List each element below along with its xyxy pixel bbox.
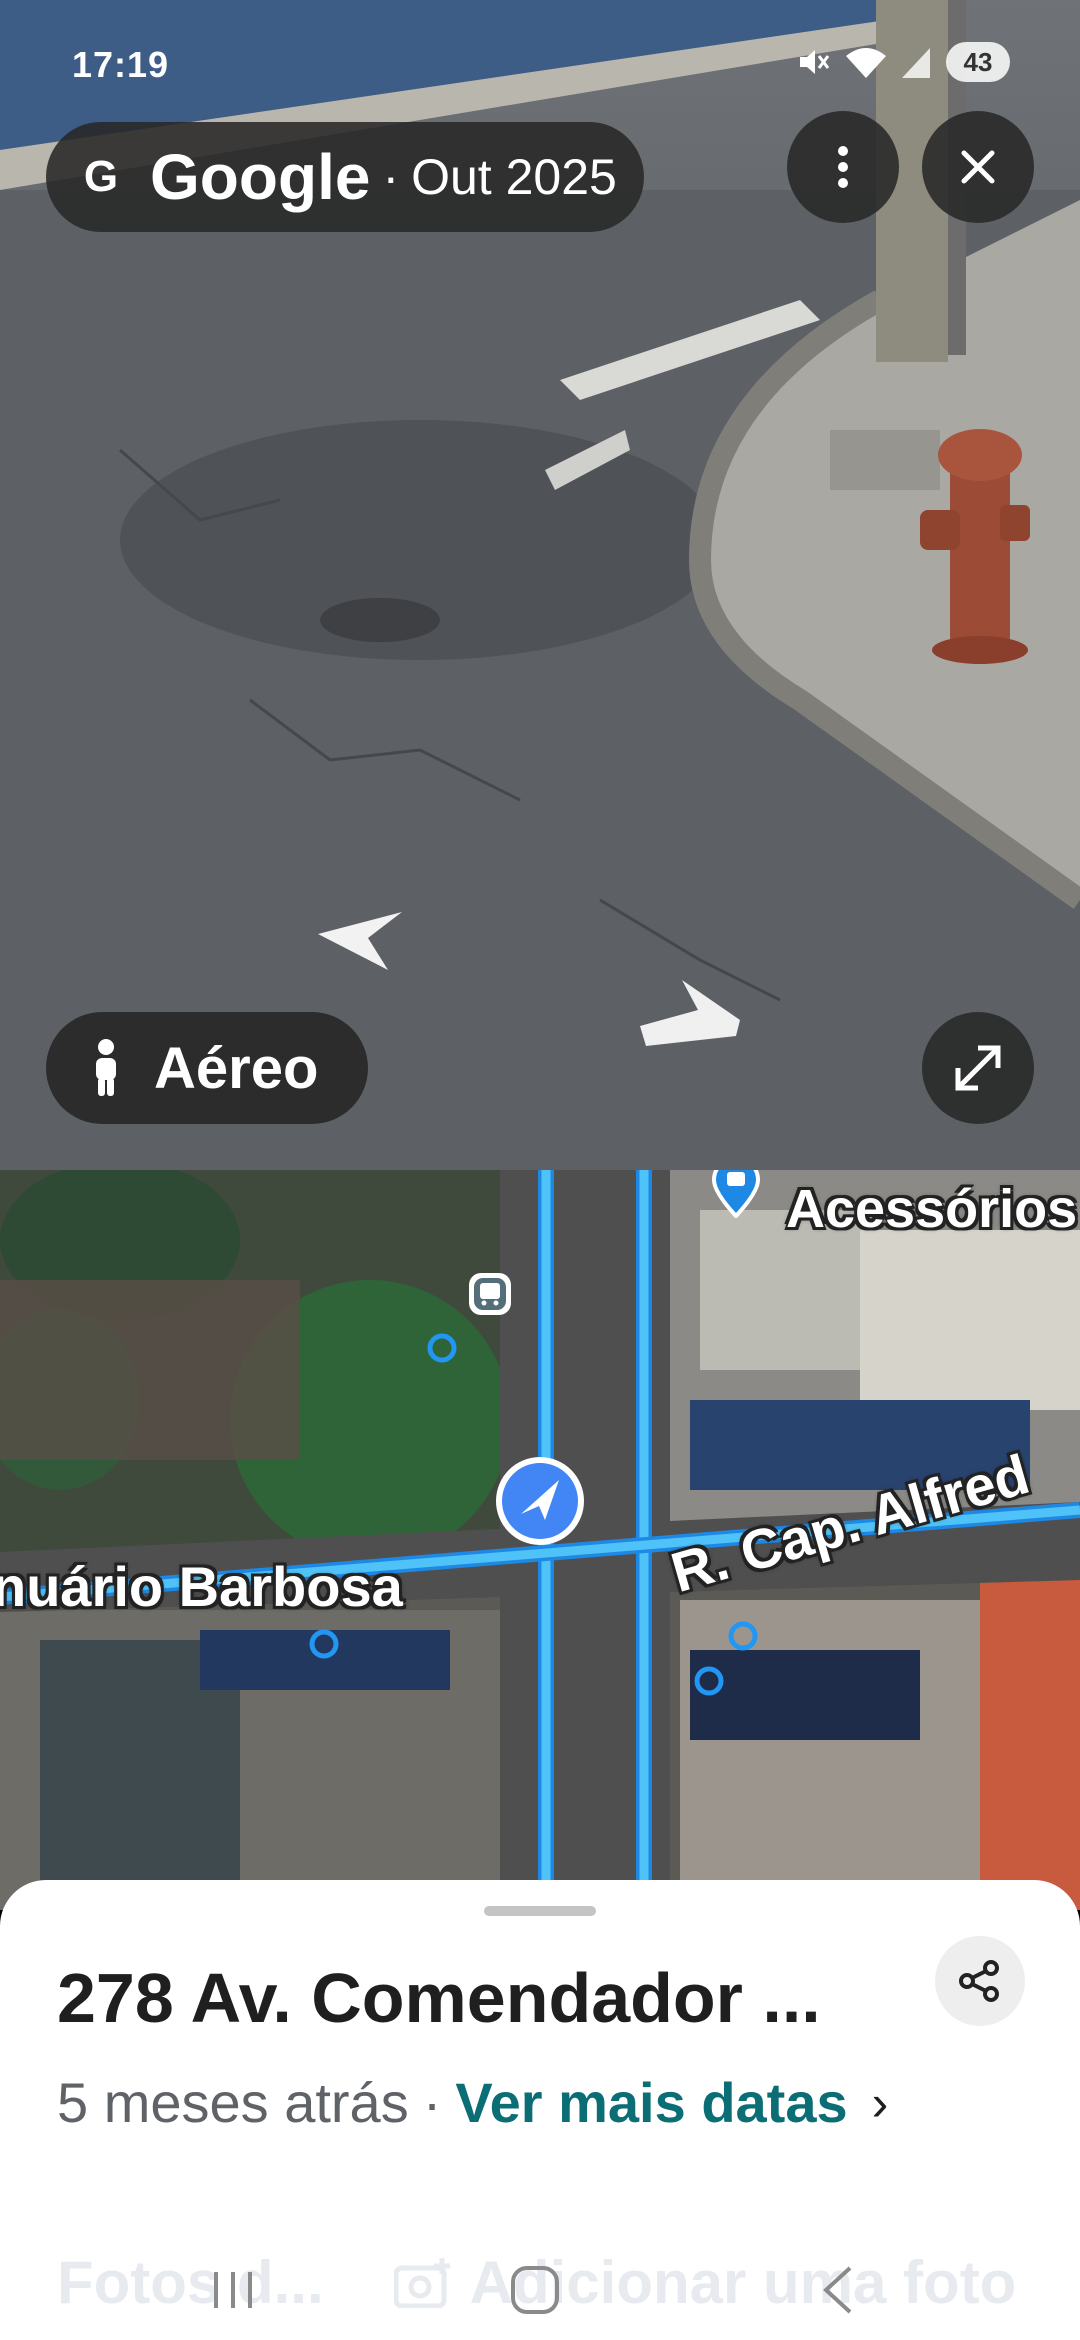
system-navigation-bar	[0, 2230, 1080, 2340]
home-button[interactable]	[505, 2260, 565, 2320]
map-view[interactable]: Acessórios nuário Barbosa R. Cap. Alfred	[0, 1170, 1080, 1910]
arrow-left-icon[interactable]	[318, 912, 408, 972]
close-button[interactable]	[922, 111, 1034, 223]
map-business-label[interactable]: Acessórios	[786, 1178, 1077, 1240]
source-separator: ·	[382, 149, 400, 205]
recents-icon	[214, 2272, 252, 2308]
mute-icon	[800, 50, 830, 74]
home-icon	[511, 2266, 559, 2314]
bus-stop-icon[interactable]	[468, 1272, 512, 1316]
share-button[interactable]	[935, 1936, 1025, 2026]
status-icons: 43	[794, 42, 1010, 82]
place-title: 278 Av. Comendador ...	[57, 1959, 821, 2037]
imagery-source-name: Google	[150, 141, 371, 213]
google-logo-icon: G	[83, 152, 119, 201]
date-separator: ·	[422, 2071, 442, 2134]
capture-date: Out 2025	[411, 149, 617, 205]
more-vertical-icon	[838, 146, 848, 188]
wifi-icon	[846, 48, 886, 78]
imagery-source-pill[interactable]: G Google · Out 2025	[46, 122, 644, 232]
signal-icon	[902, 48, 930, 78]
status-time: 17:19	[72, 44, 170, 85]
recents-button[interactable]	[203, 2260, 263, 2320]
sheet-drag-handle[interactable]	[484, 1906, 596, 1916]
map-street-label-left: nuário Barbosa	[0, 1555, 403, 1618]
battery-icon: 43	[946, 42, 1010, 82]
time-ago-text: 5 meses atrás	[57, 2071, 409, 2134]
more-options-button[interactable]	[787, 111, 899, 223]
expand-icon	[955, 1045, 1001, 1091]
expand-button[interactable]	[922, 1012, 1034, 1124]
street-view-panorama[interactable]: 17:19 43 G Google · Out 2025 Aéreo	[0, 0, 1080, 1170]
back-button[interactable]	[808, 2260, 868, 2320]
close-icon	[961, 150, 995, 184]
more-dates-link[interactable]: Ver mais datas	[455, 2070, 847, 2135]
location-arrow-icon[interactable]	[493, 1454, 587, 1548]
back-icon	[823, 2266, 852, 2314]
share-icon	[959, 1960, 999, 2002]
battery-level: 43	[963, 46, 993, 77]
status-bar: 17:19 43	[0, 0, 1080, 120]
date-row: 5 meses atrás · Ver mais datas ›	[57, 2070, 888, 2135]
aerial-view-label: Aéreo	[154, 1035, 319, 1101]
chevron-right-icon[interactable]: ›	[872, 2074, 889, 2132]
place-pin-icon[interactable]	[706, 1170, 766, 1218]
arrow-right-icon[interactable]	[640, 980, 740, 1046]
aerial-view-button[interactable]: Aéreo	[46, 1012, 368, 1124]
pegman-icon	[96, 1039, 116, 1096]
